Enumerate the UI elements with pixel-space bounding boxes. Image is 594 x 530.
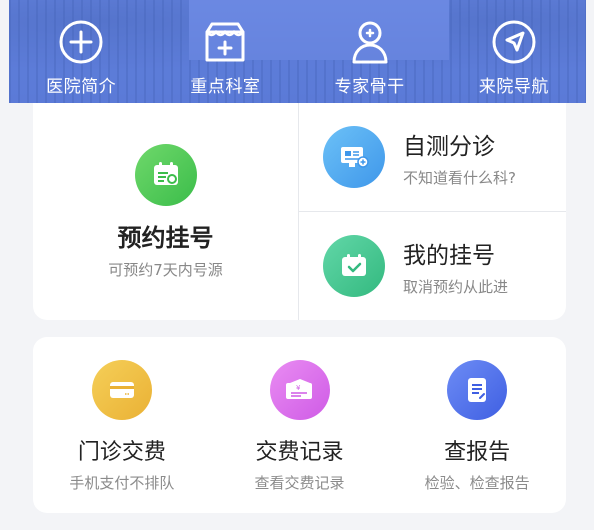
nav-hospital-intro[interactable]: 医院简介 (9, 0, 153, 103)
self-triage-button[interactable]: 自测分诊 不知道看什么科? (299, 103, 566, 211)
booking-button[interactable]: 预约挂号 可预约7天内号源 (33, 103, 298, 320)
booking-title: 预约挂号 (117, 224, 214, 252)
registration-card: 预约挂号 可预约7天内号源 自测分诊 不知道看什么科? 我的挂号 取消预约从此进 (33, 103, 566, 320)
my-registration-title: 我的挂号 (403, 242, 495, 269)
calendar-check-icon (342, 254, 366, 276)
outpatient-payment-button[interactable]: 门诊交费 手机支付不排队 (33, 337, 211, 513)
booking-subtitle: 可预约7天内号源 (108, 261, 223, 279)
my-registration-button[interactable]: 我的挂号 取消预约从此进 (299, 212, 566, 320)
self-triage-title: 自测分诊 (403, 133, 495, 160)
payment-records-button[interactable]: ¥ 交费记录 查看交费记录 (211, 337, 389, 513)
hospital-cross-icon (59, 20, 103, 64)
nav-label: 来院导航 (478, 77, 549, 97)
report-icon (468, 378, 487, 402)
payment-icon-circle (91, 360, 152, 420)
calendar-icon (153, 162, 178, 185)
nav-navigation[interactable]: 来院导航 (442, 0, 586, 103)
header-banner: 医院简介 重点科室 专家骨干 来院导航 (9, 0, 586, 103)
doctor-icon (352, 21, 388, 64)
service-subtitle: 手机支付不排队 (69, 474, 175, 492)
bill-icon: ¥ (285, 379, 312, 399)
department-box-icon (205, 22, 245, 62)
service-subtitle: 查看交费记录 (254, 474, 345, 492)
self-triage-subtitle: 不知道看什么科? (403, 168, 516, 187)
report-icon-circle (447, 360, 508, 420)
top-nav: 医院简介 重点科室 专家骨干 来院导航 (9, 0, 586, 103)
service-title: 查报告 (444, 440, 511, 465)
nav-label: 医院简介 (46, 77, 117, 97)
my-registration-subtitle: 取消预约从此进 (403, 277, 509, 296)
booking-icon-circle (134, 144, 197, 206)
nav-label: 重点科室 (190, 77, 261, 97)
nav-experts[interactable]: 专家骨干 (298, 0, 442, 103)
service-title: 门诊交费 (77, 440, 166, 465)
triage-icon-circle (323, 126, 385, 188)
check-report-button[interactable]: 查报告 检验、检查报告 (388, 337, 566, 513)
svg-text:¥: ¥ (296, 384, 301, 392)
records-icon-circle: ¥ (269, 360, 330, 420)
card-icon (109, 382, 134, 398)
my-registration-icon-circle (323, 235, 385, 297)
monitor-icon (341, 147, 369, 168)
service-title: 交费记录 (255, 440, 344, 465)
navigation-arrow-icon (492, 20, 536, 64)
service-subtitle: 检验、检查报告 (424, 474, 530, 492)
nav-label: 专家骨干 (334, 77, 405, 97)
nav-key-departments[interactable]: 重点科室 (153, 0, 297, 103)
services-card: 门诊交费 手机支付不排队 ¥ 交费记录 查看交费记录 查报告 检验、检查报告 (33, 337, 566, 513)
